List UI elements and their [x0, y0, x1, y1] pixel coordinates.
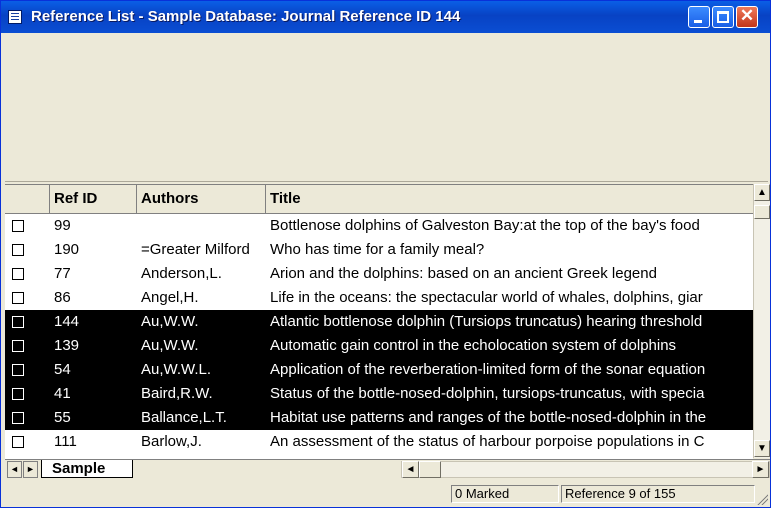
title-cell: Bottlenose dolphins of Galveston Bay:at …	[270, 217, 700, 234]
title-bar[interactable]: Reference List - Sample Database: Journa…	[1, 1, 770, 33]
authors-cell: Anderson,L.	[141, 265, 222, 282]
ref-id-cell: 139	[54, 337, 80, 354]
scroll-left-button[interactable]: ◄	[402, 461, 419, 478]
column-header-ref-id[interactable]: Ref ID	[50, 185, 137, 213]
mark-checkbox[interactable]	[12, 340, 24, 352]
scroll-up-button[interactable]: ▲	[754, 184, 770, 201]
window-title: Reference List - Sample Database: Journa…	[31, 8, 461, 25]
reference-list-window: Reference List - Sample Database: Journa…	[0, 0, 771, 508]
table-row[interactable]: 86 Angel,H. Life in the oceans: the specta…	[5, 286, 753, 310]
tab-sample[interactable]: Sample	[41, 460, 133, 478]
title-cell: Life in the oceans: the spectacular worl…	[270, 289, 703, 306]
marked-count: 0 Marked	[451, 485, 559, 503]
authors-cell: Angel,H.	[141, 289, 199, 306]
title-cell: Habitat use patterns and ranges of the b…	[270, 409, 707, 426]
close-button[interactable]: ✕	[736, 6, 758, 28]
authors-cell: =Greater Milford	[141, 241, 250, 258]
maximize-icon	[717, 11, 729, 23]
ref-id-cell: 99	[54, 217, 71, 234]
right-arrow-icon: ►	[26, 464, 35, 474]
title-cell: Application of the reverberation-limited…	[270, 361, 706, 378]
preview-pane	[5, 33, 768, 182]
authors-cell: Ballance,L.T.	[141, 409, 227, 426]
ref-id-cell: 77	[54, 265, 71, 282]
mark-checkbox[interactable]	[12, 436, 24, 448]
checkbox-column-header[interactable]	[5, 185, 50, 213]
horizontal-scroll-thumb[interactable]	[419, 461, 441, 478]
column-header-title[interactable]: Title	[266, 185, 753, 213]
title-cell: Status of the bottle-nosed-dolphin, turs…	[270, 385, 705, 402]
minimize-icon	[694, 20, 702, 23]
horizontal-scrollbar[interactable]: ◄ ►	[401, 461, 770, 478]
scroll-down-button[interactable]: ▼	[754, 440, 770, 457]
mark-checkbox[interactable]	[12, 412, 24, 424]
title-cell: An assessment of the status of harbour p…	[270, 433, 705, 450]
mark-checkbox[interactable]	[12, 268, 24, 280]
column-header-authors[interactable]: Authors	[137, 185, 266, 213]
mark-checkbox[interactable]	[12, 292, 24, 304]
tab-nav-prev-button[interactable]: ◄	[7, 461, 22, 478]
mark-checkbox[interactable]	[12, 364, 24, 376]
up-arrow-icon: ▲	[757, 187, 767, 198]
sheet-tab-bar: ◄ ► Sample ◄ ►	[5, 459, 770, 480]
authors-cell: Au,W.W.	[141, 337, 199, 354]
ref-id-cell: 144	[54, 313, 80, 330]
title-cell: Who has time for a family meal?	[270, 241, 485, 258]
minimize-button[interactable]	[688, 6, 710, 28]
vertical-scrollbar[interactable]: ▲ ▼	[753, 184, 770, 458]
down-arrow-icon: ▼	[757, 443, 767, 454]
authors-cell: Au,W.W.L.	[141, 361, 212, 378]
app-icon[interactable]	[8, 10, 22, 24]
reference-position: Reference 9 of 155	[561, 485, 755, 503]
ref-id-cell: 190	[54, 241, 80, 258]
table-header: Ref ID Authors Title	[5, 185, 753, 214]
tab-nav-next-button[interactable]: ►	[23, 461, 38, 478]
table-row[interactable]: 99 Bottlenose dolphins of Galveston Bay:a…	[5, 214, 753, 238]
mark-checkbox[interactable]	[12, 220, 24, 232]
authors-cell: Au,W.W.	[141, 313, 199, 330]
maximize-button[interactable]	[712, 6, 734, 28]
ref-id-cell: 111	[54, 433, 77, 450]
authors-cell: Barlow,J.	[141, 433, 202, 450]
scroll-right-button[interactable]: ►	[752, 461, 769, 478]
title-cell: Automatic gain control in the echolocati…	[270, 337, 677, 354]
title-cell: Arion and the dolphins: based on an anci…	[270, 265, 657, 282]
table-row[interactable]: 55 Ballance,L.T. Habitat use patterns and …	[5, 406, 753, 430]
table-row[interactable]: 41 Baird,R.W. Status of the bottle-nosed-d…	[5, 382, 753, 406]
vertical-scroll-thumb[interactable]	[754, 205, 770, 219]
table-row[interactable]: 111 Barlow,J. An assessment of the status …	[5, 430, 753, 454]
mark-checkbox[interactable]	[12, 388, 24, 400]
ref-id-cell: 86	[54, 289, 71, 306]
left-arrow-icon: ◄	[405, 464, 416, 475]
table-row[interactable]: 144 Au,W.W. Atlantic bottlenose dolphin (T…	[5, 310, 753, 334]
mark-checkbox[interactable]	[12, 316, 24, 328]
right-arrow-icon: ►	[755, 464, 766, 475]
ref-id-cell: 54	[54, 361, 71, 378]
status-bar: 0 Marked Reference 9 of 155	[5, 482, 770, 507]
table-row[interactable]: 139 Au,W.W. Automatic gain control in the …	[5, 334, 753, 358]
table-row[interactable]: 54 Au,W.W.L. Application of the reverberat…	[5, 358, 753, 382]
reference-table: Ref ID Authors Title 99 Bottlenose dolphi…	[5, 184, 753, 459]
authors-cell: Baird,R.W.	[141, 385, 213, 402]
mark-checkbox[interactable]	[12, 244, 24, 256]
resize-grip-icon[interactable]	[756, 493, 768, 505]
title-cell: Atlantic bottlenose dolphin (Tursiops tr…	[270, 313, 703, 330]
table-row[interactable]: 77 Anderson,L. Arion and the dolphins: bas…	[5, 262, 753, 286]
ref-id-cell: 41	[54, 385, 71, 402]
table-row[interactable]: 190 =Greater Milford Who has time for a fa…	[5, 238, 753, 262]
ref-id-cell: 55	[54, 409, 71, 426]
close-icon: ✕	[739, 6, 755, 25]
left-arrow-icon: ◄	[10, 464, 19, 474]
